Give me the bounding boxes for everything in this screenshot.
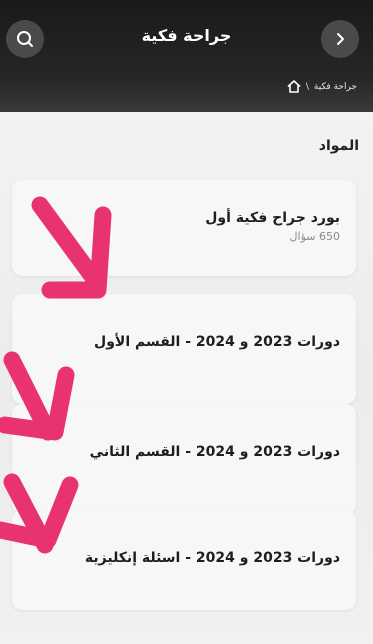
page-title: جراحة فكية	[141, 26, 232, 45]
item-title: دورات 2023 و 2024 - اسئلة إنكليزية	[84, 550, 340, 566]
list-item[interactable]: بورد جراح فكية أول 650 سؤال	[12, 180, 356, 276]
content-area: المواد بورد جراح فكية أول 650 سؤال دورات…	[0, 112, 373, 644]
breadcrumb-separator: \	[305, 81, 309, 92]
item-title: بورد جراح فكية أول	[205, 210, 340, 226]
list-item[interactable]: دورات 2023 و 2024 - القسم الأول	[12, 294, 356, 404]
list-item[interactable]: دورات 2023 و 2024 - اسئلة إنكليزية	[12, 510, 356, 610]
breadcrumb-current[interactable]: جراحة فكية	[314, 82, 357, 92]
search-icon	[17, 31, 33, 47]
search-button[interactable]	[6, 20, 44, 58]
app-header: جراحة فكية \ جراحة فكية	[0, 0, 373, 112]
item-title: دورات 2023 و 2024 - القسم الأول	[94, 334, 340, 350]
list-item[interactable]: دورات 2023 و 2024 - القسم الثاني	[12, 404, 356, 514]
breadcrumb: \ جراحة فكية	[287, 80, 357, 93]
item-question-count: 650 سؤال	[289, 230, 340, 243]
item-title: دورات 2023 و 2024 - القسم الثاني	[89, 444, 340, 460]
section-heading: المواد	[318, 138, 359, 154]
home-icon[interactable]	[287, 80, 301, 93]
